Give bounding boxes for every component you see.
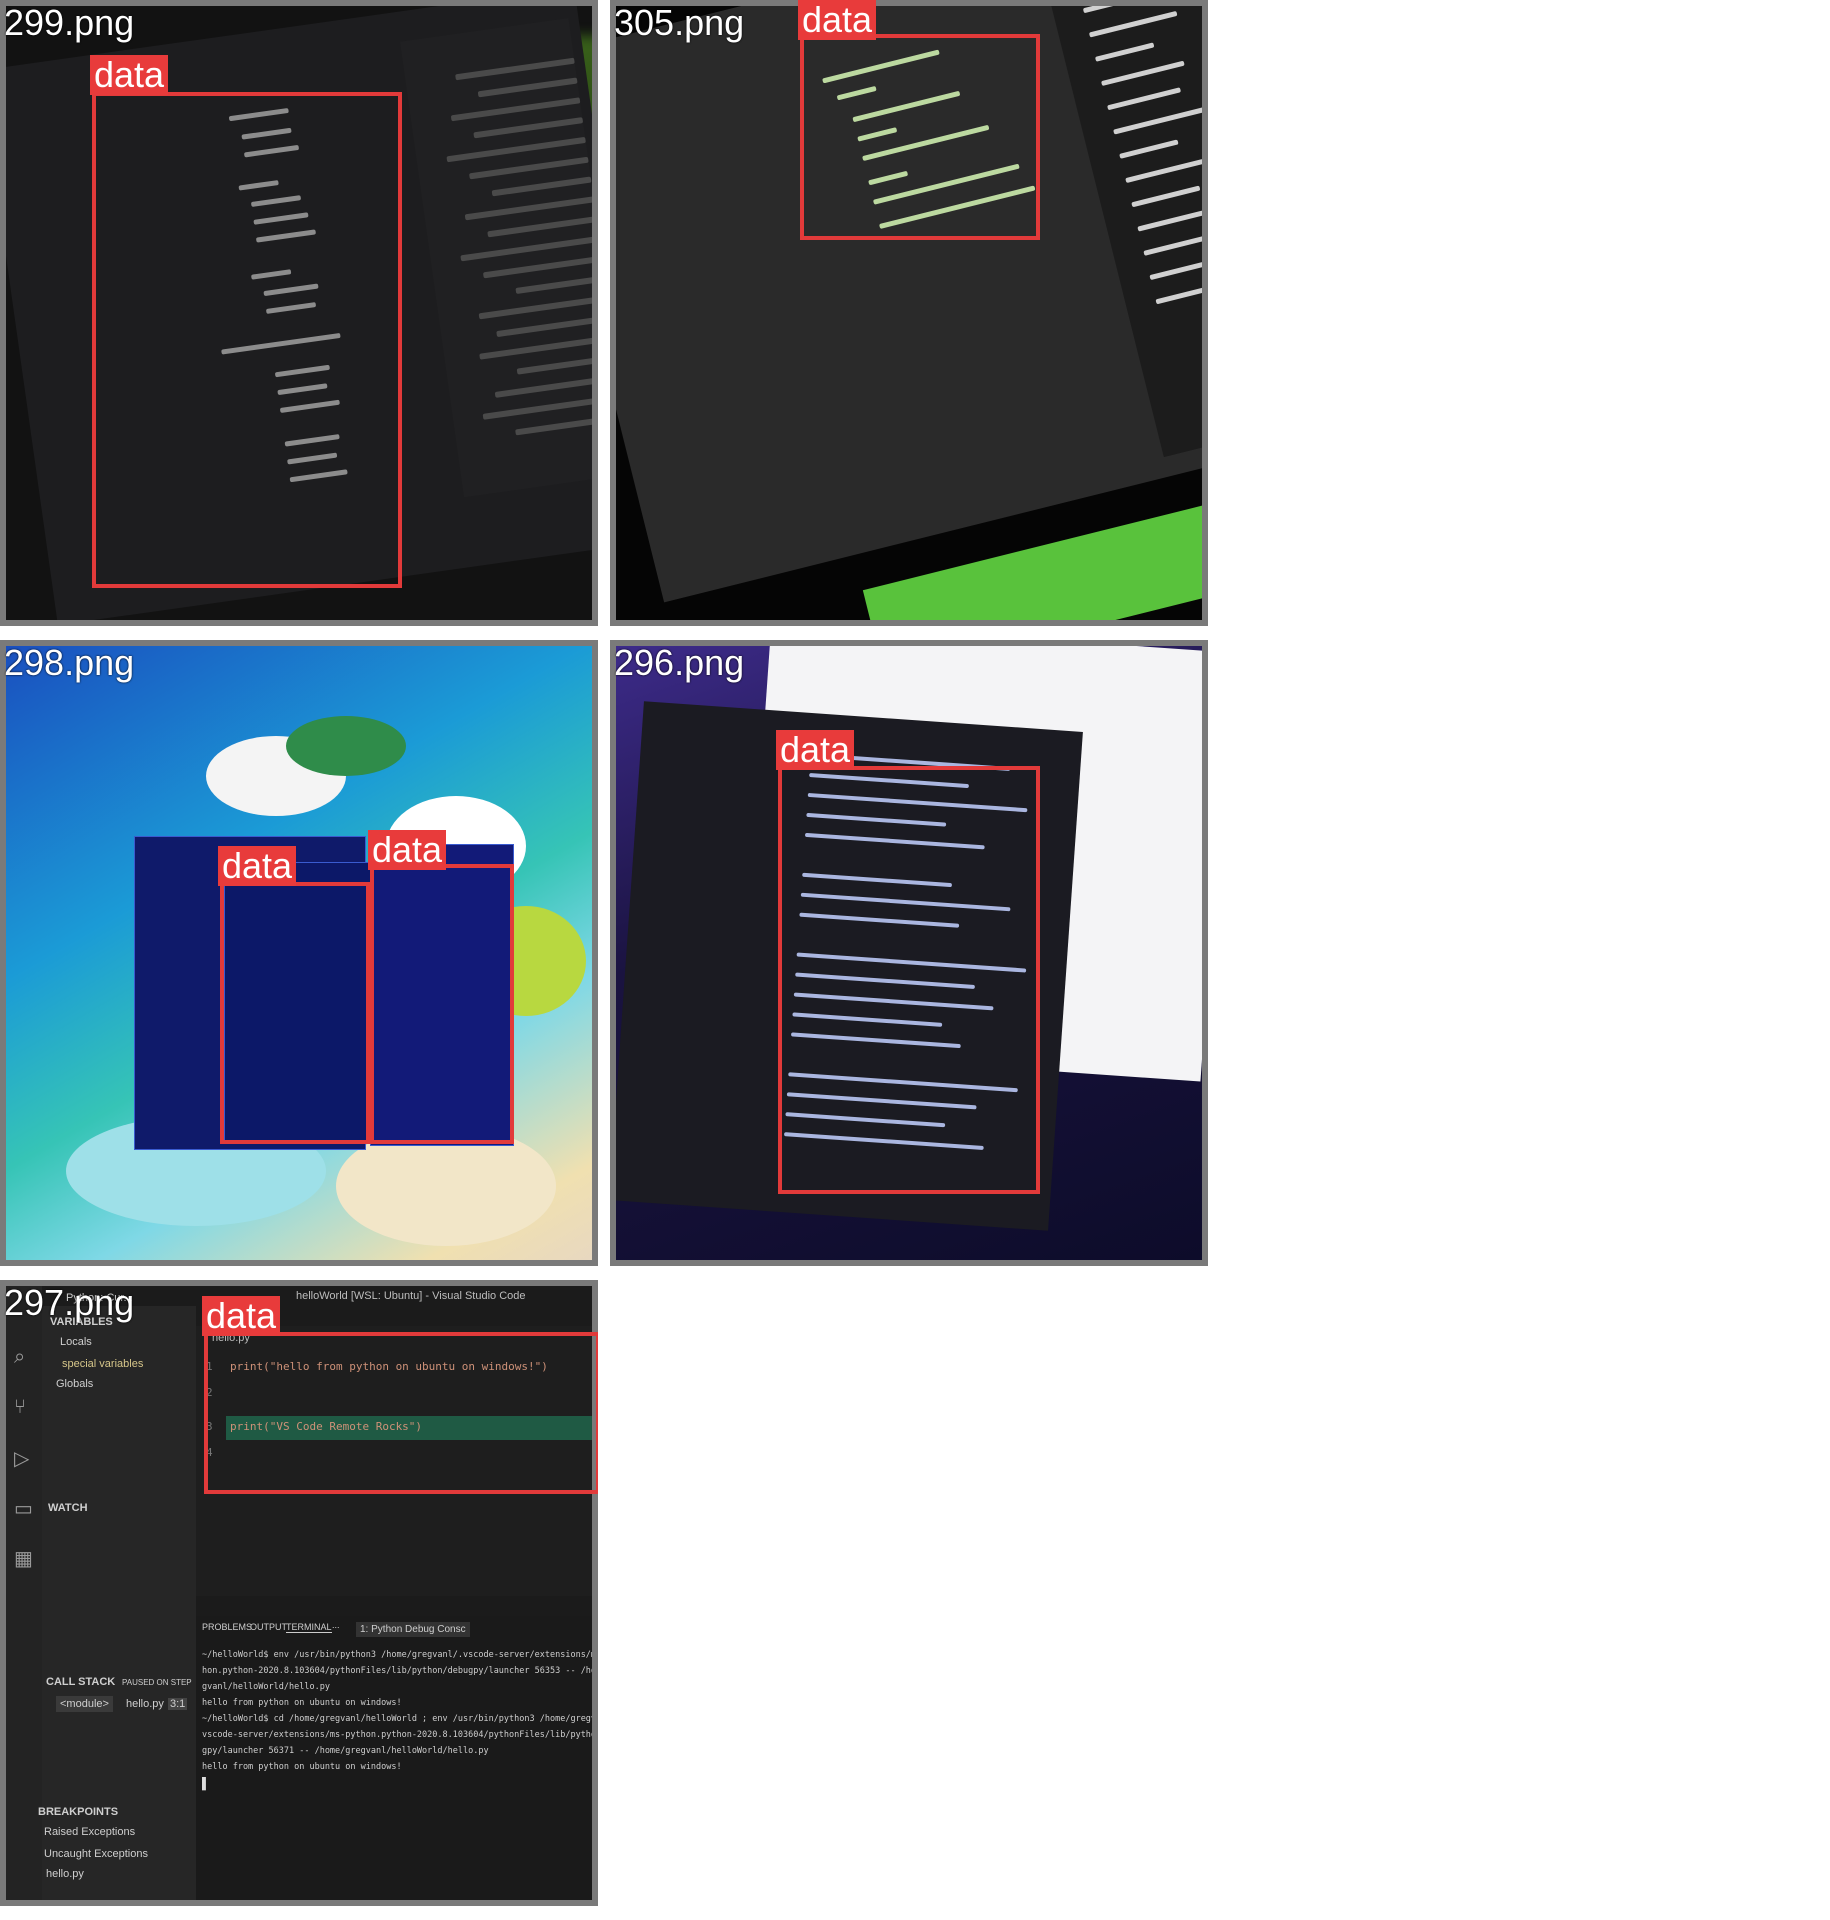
tile-299: 299.png data (0, 0, 598, 626)
debug-sidebar: VARIABLES Locals special variables Globa… (38, 1306, 196, 1900)
call-stack-line: 3:1 (168, 1698, 188, 1710)
tile-filename: 298.png (4, 642, 135, 683)
window-title: helloWorld [WSL: Ubuntu] - Visual Studio… (296, 1290, 526, 1302)
explorer-sidebar (1033, 6, 1202, 458)
terminal-line: gvanl/helloWorld/hello.py (202, 1682, 330, 1692)
tile-298: 298.png data data (0, 640, 598, 1266)
debug-icon[interactable]: ▷ (14, 1446, 29, 1471)
annotation-label: data (776, 730, 855, 770)
extensions-icon[interactable]: ▦ (14, 1546, 33, 1571)
terminal-cursor: ▌ (202, 1778, 210, 1790)
watch-header[interactable]: WATCH (48, 1502, 88, 1514)
activity-bar: ⌕ ⑂ ▷ ▭ ▦ (6, 1286, 42, 1900)
tile-filename: 296.png (614, 642, 745, 683)
annotation-box (800, 34, 1040, 240)
paused-label: PAUSED ON STEP (122, 1678, 192, 1687)
special-variables-item[interactable]: special variables (62, 1358, 143, 1370)
terminal-line: ~/helloWorld$ env /usr/bin/python3 /home… (202, 1650, 592, 1660)
tab-problems[interactable]: PROBLEMS (202, 1622, 252, 1632)
terminal-line: hon.python-2020.8.103604/pythonFiles/lib… (202, 1666, 592, 1676)
annotation-box (92, 92, 402, 588)
remote-explorer-icon[interactable]: ▭ (14, 1496, 33, 1521)
annotation-label: data (90, 55, 169, 95)
annotation-label: data (218, 846, 297, 886)
annotation-box-2 (370, 864, 514, 1144)
annotation-box (778, 766, 1040, 1194)
tile-297: ⌕ ⑂ ▷ ▭ ▦ helloWorld [WSL: Ubuntu] - Vis… (0, 1280, 598, 1906)
tile-filename: 297.png (4, 1282, 135, 1323)
terminal-panel: PROBLEMS OUTPUT TERMINAL ... 1: Python D… (196, 1616, 592, 1900)
annotation-box (220, 882, 370, 1144)
terminal-line: hello from python on ubuntu on windows! (202, 1762, 402, 1772)
tab-output[interactable]: OUTPUT (250, 1622, 287, 1632)
raised-exceptions-checkbox[interactable]: Raised Exceptions (44, 1826, 135, 1838)
tile-305: 305.png data (610, 0, 1208, 626)
source-control-icon[interactable]: ⑂ (14, 1396, 26, 1419)
annotation-box (204, 1332, 598, 1494)
call-stack-frame[interactable]: <module> (56, 1696, 113, 1712)
call-stack-file[interactable]: hello.py (126, 1698, 164, 1710)
annotation-label: data (202, 1296, 281, 1336)
tile-filename: 305.png (614, 2, 745, 43)
breakpoint-file[interactable]: hello.py (46, 1868, 84, 1880)
breakpoints-header[interactable]: BREAKPOINTS (38, 1806, 118, 1818)
call-stack-header[interactable]: CALL STACK (46, 1676, 115, 1688)
tile-filename: 299.png (4, 2, 135, 43)
terminal-select[interactable]: 1: Python Debug Consc (356, 1622, 470, 1637)
locals-item[interactable]: Locals (60, 1336, 92, 1348)
annotation-label-2: data (368, 830, 447, 870)
explorer-sidebar (400, 18, 592, 498)
tab-more[interactable]: ... (332, 1620, 340, 1630)
search-icon[interactable]: ⌕ (14, 1346, 25, 1369)
terminal-line: ~/helloWorld$ cd /home/gregvanl/helloWor… (202, 1714, 592, 1724)
tile-296: 296.png data (610, 640, 1208, 1266)
uncaught-exceptions-checkbox[interactable]: Uncaught Exceptions (44, 1848, 148, 1860)
annotation-label: data (798, 0, 877, 40)
terminal-line: vscode-server/extensions/ms-python.pytho… (202, 1730, 592, 1740)
globals-item[interactable]: Globals (56, 1378, 93, 1390)
tab-terminal[interactable]: TERMINAL (286, 1622, 332, 1633)
terminal-line: hello from python on ubuntu on windows! (202, 1698, 402, 1708)
terminal-line: gpy/launcher 56371 -- /home/gregvanl/hel… (202, 1746, 489, 1756)
